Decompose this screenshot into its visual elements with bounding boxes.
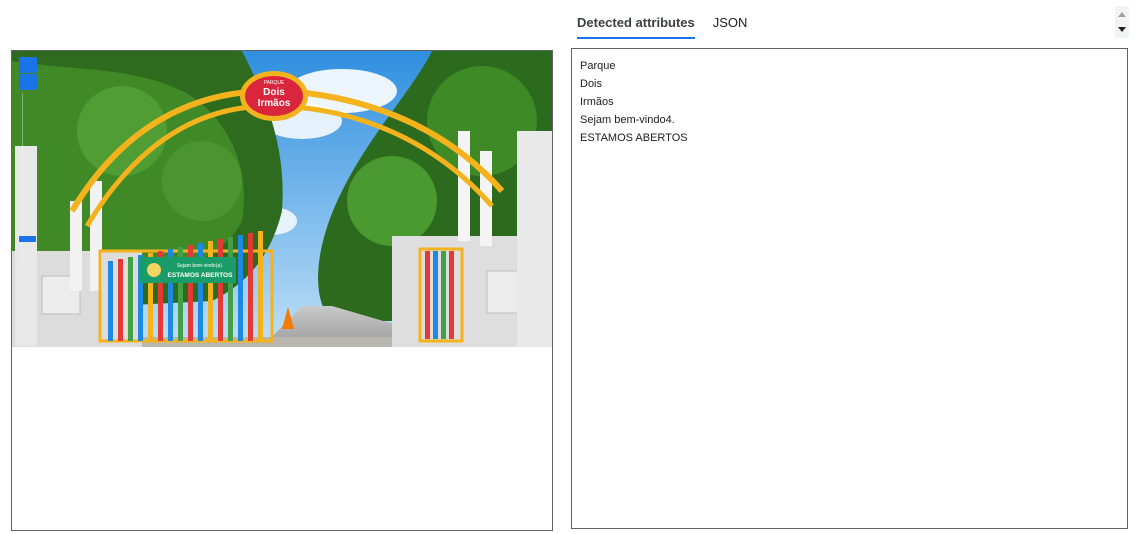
scroll-up-icon[interactable]: [1118, 12, 1126, 17]
park-entrance-photo: PARQUE Dois Irmãos Sejam bem-vindo(a). E…: [12, 51, 552, 347]
logo-line2-text: Irmãos: [258, 98, 291, 109]
zoom-in-icon[interactable]: [19, 57, 37, 73]
zoom-controls: [19, 57, 37, 91]
tab-json[interactable]: JSON: [713, 0, 748, 40]
detected-text-line: Sejam bem-vindo4.: [580, 114, 675, 126]
detected-text-line: ESTAMOS ABERTOS: [580, 132, 688, 144]
detected-text-line: Dois: [580, 78, 603, 90]
banner-line2-text: ESTAMOS ABERTOS: [168, 272, 234, 279]
image-viewer[interactable]: PARQUE Dois Irmãos Sejam bem-vindo(a). E…: [11, 50, 553, 531]
banner-line1-text: Sejam bem-vindo(a).: [177, 263, 223, 269]
detected-attributes-panel[interactable]: Parque Dois Irmãos Sejam bem-vindo4. EST…: [571, 48, 1128, 529]
app-page: PARQUE Dois Irmãos Sejam bem-vindo(a). E…: [0, 0, 1143, 534]
scroll-down-icon[interactable]: [1118, 27, 1126, 32]
detected-text-line: Parque: [580, 60, 616, 72]
zoom-out-icon[interactable]: [19, 74, 37, 90]
zoom-slider-icon[interactable]: [19, 236, 36, 242]
result-tabs: Detected attributes JSON: [577, 0, 747, 40]
logo-top-text: PARQUE: [264, 80, 285, 86]
tab-detected-attributes[interactable]: Detected attributes: [577, 0, 695, 40]
logo-line1-text: Dois: [263, 87, 285, 98]
tab-scroll-control[interactable]: [1115, 6, 1129, 38]
detected-text-line: Irmãos: [580, 96, 614, 108]
